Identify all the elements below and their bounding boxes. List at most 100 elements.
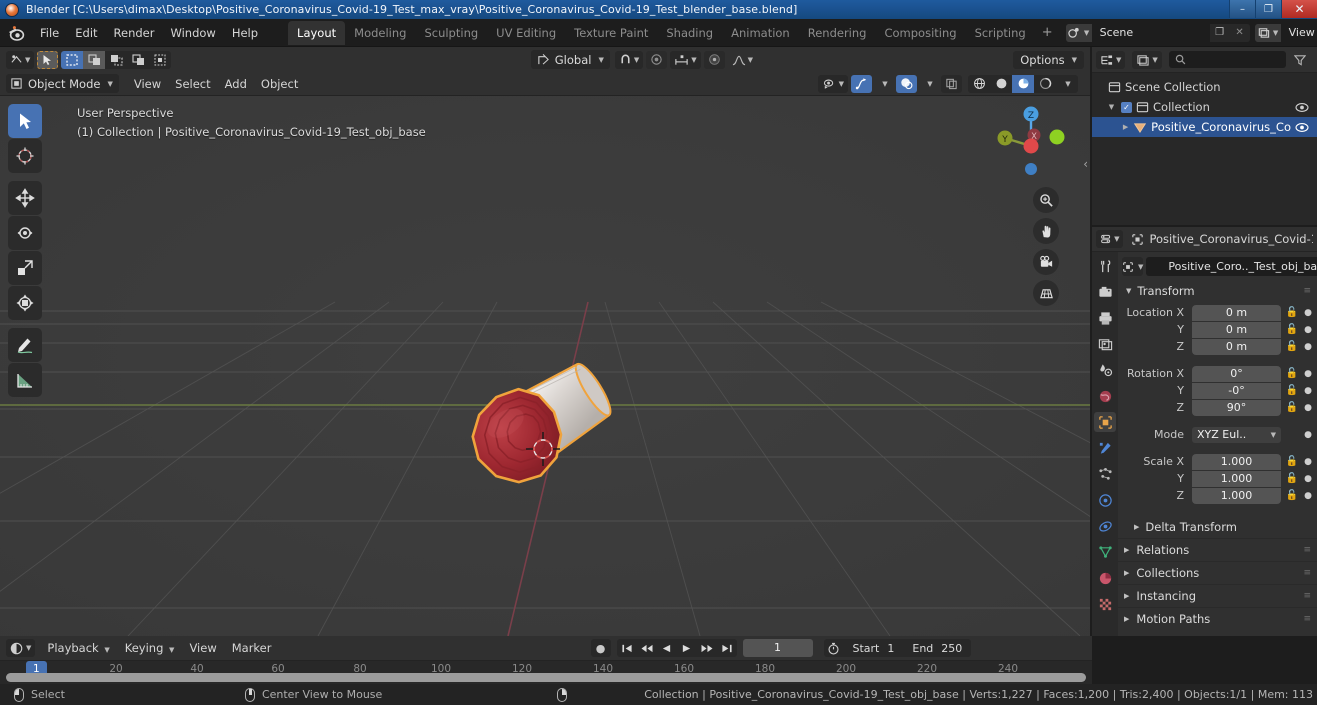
sidebar-toggle-icon[interactable]: ‹	[1083, 157, 1088, 171]
menu-render[interactable]: Render	[106, 23, 163, 43]
scale-x-field[interactable]: 1.000	[1192, 453, 1281, 470]
outliner-search-input[interactable]	[1168, 51, 1286, 68]
proportional-edit-icon[interactable]	[646, 50, 668, 69]
timeline-menu-marker[interactable]: Marker	[226, 639, 278, 657]
shading-dropdown-icon[interactable]: ▼	[1056, 75, 1078, 93]
relations-expand-triangle-icon[interactable]: ▶	[1124, 546, 1129, 554]
rotation-y-lock-icon[interactable]: 🔓	[1285, 385, 1299, 396]
record-icon[interactable]: ●	[590, 639, 611, 657]
select-difference-icon[interactable]	[127, 51, 149, 69]
timeline-editor[interactable]: ▼ Playback ▼ Keying ▼ View Marker ● 1 St…	[0, 636, 1092, 684]
rotation-y-field[interactable]: -0°	[1192, 382, 1281, 399]
xray-toggle-icon[interactable]	[941, 74, 962, 93]
workspace-tab-layout[interactable]: Layout	[288, 20, 346, 45]
unlink-scene-icon[interactable]: ✕	[1229, 23, 1250, 42]
modifiers-icon[interactable]	[1094, 438, 1116, 458]
output-icon[interactable]	[1094, 308, 1116, 328]
next-keyframe-icon[interactable]	[697, 639, 717, 657]
menu-window[interactable]: Window	[162, 23, 223, 43]
scale-y-animate-icon[interactable]: ●	[1303, 474, 1313, 484]
rotation-z-field[interactable]: 90°	[1192, 399, 1281, 416]
location-z-field[interactable]: 0 m	[1192, 338, 1281, 355]
editor-type-icon[interactable]: ▼	[6, 50, 35, 69]
relations-panel-header[interactable]: ▶ Relations ≡	[1118, 538, 1317, 561]
proportional-falloff-icon[interactable]: ▼	[728, 51, 757, 69]
jump-end-icon[interactable]	[717, 639, 737, 657]
rotation-x-field[interactable]: 0°	[1192, 365, 1281, 382]
close-button[interactable]: ✕	[1281, 0, 1317, 18]
outliner-display-mode-icon[interactable]: ▼	[1132, 50, 1162, 69]
new-scene-icon[interactable]: ❐	[1209, 23, 1230, 42]
object-expand-triangle-icon[interactable]: ▶	[1122, 123, 1129, 131]
workspace-tab-modeling[interactable]: Modeling	[345, 21, 415, 45]
location-z-animate-icon[interactable]: ●	[1303, 342, 1313, 352]
location-y-field[interactable]: 0 m	[1192, 321, 1281, 338]
rotate-tool[interactable]	[8, 216, 42, 250]
scene-name-field[interactable]: Scene	[1091, 23, 1210, 42]
collection-visibility-eye-icon[interactable]	[1295, 102, 1309, 113]
viewport-menu-add[interactable]: Add	[218, 75, 254, 93]
scale-y-field[interactable]: 1.000	[1192, 470, 1281, 487]
collections-panel-header[interactable]: ▶ Collections ≡	[1118, 561, 1317, 584]
workspace-tab-uv-editing[interactable]: UV Editing	[487, 21, 565, 45]
viewport-menu-select[interactable]: Select	[168, 75, 217, 93]
outliner-row-object[interactable]: ▶ Positive_Coronavirus_Co	[1092, 117, 1317, 137]
viewport-menu-object[interactable]: Object	[254, 75, 305, 93]
transform-collapse-triangle-icon[interactable]: ▼	[1126, 287, 1131, 295]
outliner-editor-type-icon[interactable]: ▼	[1096, 50, 1126, 69]
auto-keying-timer-icon[interactable]	[824, 642, 844, 655]
location-x-lock-icon[interactable]: 🔓	[1285, 307, 1299, 318]
scene-browse-icon[interactable]: ▼	[1065, 23, 1092, 42]
location-z-lock-icon[interactable]: 🔓	[1285, 341, 1299, 352]
view-layer-browse-icon[interactable]: ▼	[1254, 23, 1281, 42]
minimize-button[interactable]: –	[1229, 0, 1255, 18]
show-gizmo-icon[interactable]	[851, 74, 872, 93]
prev-keyframe-icon[interactable]	[637, 639, 657, 657]
menu-edit[interactable]: Edit	[67, 23, 105, 43]
measure-tool[interactable]	[8, 363, 42, 397]
constraints-icon[interactable]	[1094, 516, 1116, 536]
scale-x-animate-icon[interactable]: ●	[1303, 457, 1313, 467]
transform-panel-header[interactable]: ▼ Transform ≡	[1118, 280, 1317, 302]
select-box-icon[interactable]	[61, 50, 84, 69]
motion-paths-expand-triangle-icon[interactable]: ▶	[1124, 615, 1129, 623]
interaction-mode-dropdown[interactable]: Object Mode ▼	[6, 74, 119, 93]
gizmo-dropdown-icon[interactable]: ▼	[875, 75, 893, 93]
data-icon[interactable]	[1094, 542, 1116, 562]
texture-icon[interactable]	[1094, 594, 1116, 614]
viewport-menu-view[interactable]: View	[127, 75, 168, 93]
delta-transform-expand-triangle-icon[interactable]: ▶	[1134, 523, 1139, 531]
scale-z-lock-icon[interactable]: 🔓	[1285, 490, 1299, 501]
workspace-tab-shading[interactable]: Shading	[657, 21, 722, 45]
outliner-row-collection[interactable]: ▼ ✓ Collection	[1092, 97, 1317, 117]
material-icon[interactable]	[1094, 568, 1116, 588]
solid-shading-icon[interactable]	[990, 75, 1012, 93]
rotation-x-lock-icon[interactable]: 🔓	[1285, 368, 1299, 379]
3d-viewport[interactable]: ▼ Global ▼ ▼ ▼ ▼ Options ▼ Object Mode ▼…	[0, 47, 1090, 636]
camera-icon[interactable]	[1033, 249, 1059, 275]
blender-logo-icon[interactable]	[6, 23, 26, 43]
visibility-selectability-icon[interactable]: ▼	[817, 74, 848, 93]
select-subtract-icon[interactable]	[105, 51, 127, 69]
transform-orientation-dropdown[interactable]: Global ▼	[530, 50, 610, 69]
view-layer-icon[interactable]	[1094, 334, 1116, 354]
maximize-button[interactable]: ❐	[1255, 0, 1281, 18]
collections-expand-triangle-icon[interactable]: ▶	[1124, 569, 1129, 577]
annotate-tool[interactable]	[8, 328, 42, 362]
object-icon[interactable]	[1094, 412, 1116, 432]
rotation-mode-animate-icon[interactable]: ●	[1303, 430, 1313, 440]
select-intersect-icon[interactable]	[149, 51, 171, 69]
outliner-row-scene-collection[interactable]: Scene Collection	[1092, 77, 1317, 97]
overlays-dropdown-icon[interactable]: ▼	[920, 75, 938, 93]
instancing-expand-triangle-icon[interactable]: ▶	[1124, 592, 1129, 600]
properties-editor-type-icon[interactable]: ▼	[1096, 230, 1124, 248]
workspace-tab-compositing[interactable]: Compositing	[875, 21, 965, 45]
viewport-options-dropdown[interactable]: Options ▼	[1013, 51, 1084, 69]
viewport-canvas[interactable]	[0, 96, 1090, 636]
end-frame-field[interactable]: End 250	[903, 639, 971, 657]
scale-y-lock-icon[interactable]: 🔓	[1285, 473, 1299, 484]
world-icon[interactable]	[1094, 386, 1116, 406]
rotation-y-animate-icon[interactable]: ●	[1303, 386, 1313, 396]
start-frame-field[interactable]: Start 1	[844, 639, 904, 657]
rotation-x-animate-icon[interactable]: ●	[1303, 369, 1313, 379]
